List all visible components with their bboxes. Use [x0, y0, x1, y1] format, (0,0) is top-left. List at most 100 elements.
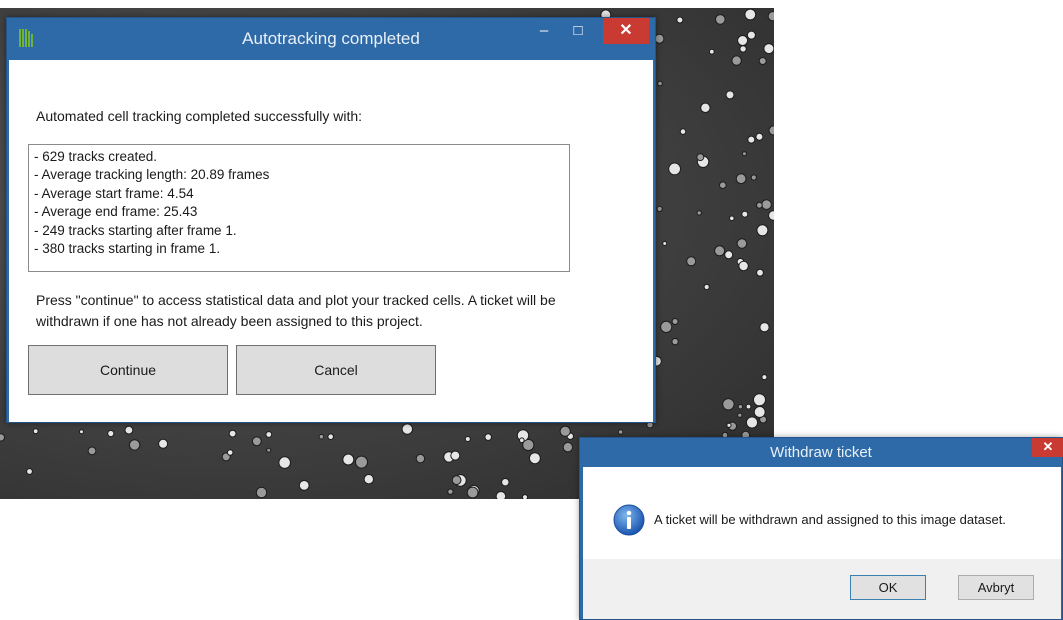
cell-mark [466, 486, 479, 499]
cell-mark [501, 478, 510, 487]
cell-mark [671, 337, 679, 346]
cell-mark [708, 48, 715, 55]
cell-mark [750, 174, 757, 181]
cell-mark [668, 162, 681, 176]
cell-mark [744, 8, 757, 21]
cell-mark [758, 57, 767, 65]
cell-mark [562, 442, 574, 453]
dialog-title: Withdraw ticket [770, 444, 872, 461]
cell-mark [759, 322, 770, 333]
result-line: - 629 tracks created. [34, 149, 158, 164]
cell-mark [761, 374, 768, 381]
cell-mark [519, 437, 525, 444]
cell-mark [654, 33, 665, 44]
results-textbox[interactable]: - 629 tracks created. - Average tracking… [28, 144, 570, 272]
cell-mark [731, 55, 742, 66]
cell-mark [737, 404, 744, 410]
cell-mark [128, 439, 141, 451]
cell-mark [617, 429, 624, 435]
cell-mark [703, 283, 710, 291]
result-line: - Average start frame: 4.54 [34, 185, 194, 201]
cell-mark [686, 256, 697, 267]
cell-mark [700, 102, 711, 114]
cell-mark [767, 11, 774, 22]
minimize-button[interactable]: – [531, 18, 557, 44]
cell-mark [745, 416, 759, 429]
close-button[interactable]: ✕ [1032, 438, 1063, 457]
ok-button[interactable]: OK [850, 575, 926, 600]
cell-mark [32, 428, 39, 435]
cell-mark [226, 449, 234, 456]
cell-mark [255, 486, 268, 499]
cell-mark [746, 30, 756, 40]
cancel-button[interactable]: Cancel [236, 345, 436, 395]
cell-mark [464, 436, 471, 442]
button-bar: OK Avbryt [583, 559, 1061, 619]
cell-mark [726, 422, 732, 428]
cell-mark [26, 468, 33, 475]
cell-mark [451, 475, 462, 486]
cell-mark [656, 205, 663, 212]
intro-text: Automated cell tracking completed succes… [36, 108, 363, 124]
cell-mark [736, 238, 748, 249]
avbryt-button[interactable]: Avbryt [958, 575, 1034, 600]
cell-mark [363, 474, 374, 485]
cell-mark [741, 210, 749, 218]
cell-mark [355, 455, 368, 469]
cell-mark [737, 412, 743, 418]
info-icon [613, 504, 645, 536]
cell-mark [679, 128, 687, 135]
cell-mark [722, 398, 735, 411]
result-line: - Average end frame: 25.43 [34, 204, 198, 220]
cell-mark [763, 43, 774, 55]
cell-mark [729, 215, 735, 222]
cell-mark [0, 433, 5, 442]
title-bar[interactable]: Autotracking completed – □ ✕ [7, 18, 655, 60]
cell-mark [401, 423, 413, 435]
cell-mark [738, 260, 749, 272]
cell-mark [755, 132, 764, 141]
cell-mark [741, 151, 747, 157]
close-button[interactable]: ✕ [603, 18, 649, 44]
dialog-title: Autotracking completed [242, 29, 420, 48]
cell-mark [251, 436, 262, 447]
cell-mark [745, 403, 752, 410]
dialog-body: Automated cell tracking completed succes… [9, 60, 653, 422]
cell-mark [662, 241, 668, 246]
withdraw-ticket-dialog: Withdraw ticket ✕ A ticket will be withd… [579, 437, 1063, 620]
cell-mark [753, 393, 766, 407]
cell-mark [107, 429, 115, 438]
cell-mark [342, 453, 355, 466]
cell-mark [79, 429, 84, 435]
maximize-button[interactable]: □ [563, 18, 593, 44]
cell-mark [660, 320, 673, 333]
cell-mark [756, 268, 764, 277]
cell-mark [265, 431, 273, 438]
cell-mark [158, 438, 169, 449]
cell-mark [714, 245, 726, 257]
continue-button[interactable]: Continue [28, 345, 228, 395]
cell-mark [756, 201, 763, 209]
cell-mark [761, 199, 772, 210]
result-line: - 380 tracks starting in frame 1. [34, 241, 221, 257]
cell-mark [724, 250, 734, 260]
cell-mark [696, 153, 705, 162]
autotracking-dialog: Autotracking completed – □ ✕ Automated c… [6, 17, 656, 423]
cell-mark [447, 488, 454, 495]
cell-mark [747, 135, 756, 144]
cell-mark [327, 433, 335, 441]
cell-mark [768, 210, 774, 221]
message-text: A ticket will be withdrawn and assigned … [654, 512, 1006, 527]
cell-mark [298, 480, 310, 491]
cell-mark [528, 452, 541, 465]
result-line: - 249 tracks starting after frame 1. [34, 222, 237, 238]
cell-mark [715, 14, 726, 25]
cell-mark [671, 318, 679, 325]
cell-mark [657, 80, 663, 87]
cell-mark [739, 45, 747, 53]
result-line: - Average tracking length: 20.89 frames [34, 167, 270, 183]
cell-mark [484, 433, 493, 441]
cell-mark [266, 447, 272, 453]
cell-mark [318, 433, 325, 440]
cell-mark [495, 491, 507, 499]
